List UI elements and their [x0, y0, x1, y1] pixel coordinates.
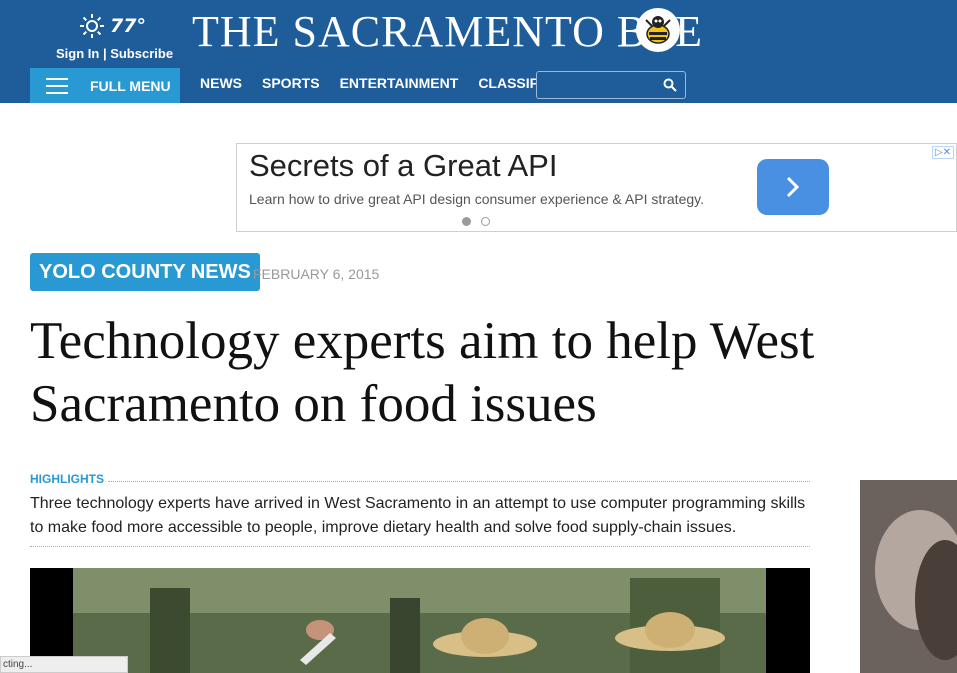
search-input[interactable] [541, 75, 655, 95]
sidebar-photo[interactable] [860, 480, 957, 673]
bee-logo-icon[interactable] [636, 8, 680, 52]
primary-nav: NEWS SPORTS ENTERTAINMENT CLASSIFIEDS [200, 75, 591, 91]
section-tag[interactable]: YOLO COUNTY NEWS [30, 253, 260, 291]
site-masthead[interactable]: THE SACRAMENTO BEE [192, 6, 703, 57]
carousel-dot[interactable] [462, 217, 471, 226]
nav-entertainment[interactable]: ENTERTAINMENT [340, 75, 459, 91]
carousel-dot[interactable] [481, 217, 490, 226]
full-menu-button[interactable]: FULL MENU [30, 68, 180, 103]
sidebar-photo-scene [860, 480, 957, 673]
browser-status-bar: cting... [0, 656, 128, 673]
nav-sports[interactable]: SPORTS [262, 75, 320, 91]
publish-date: FEBRUARY 6, 2015 [253, 266, 380, 282]
highlights-label: HIGHLIGHTS [30, 472, 104, 486]
ad-title[interactable]: Secrets of a Great API [249, 148, 557, 184]
full-menu-label: FULL MENU [90, 77, 171, 94]
search-box [536, 71, 686, 99]
advertisement[interactable]: Secrets of a Great API Learn how to driv… [236, 143, 957, 232]
nav-news[interactable]: NEWS [200, 75, 242, 91]
article-photo[interactable] [30, 568, 810, 673]
photo-scene [30, 568, 810, 673]
temperature-label: 77° [110, 15, 146, 37]
divider [108, 481, 810, 482]
ad-arrow-button[interactable] [757, 159, 829, 215]
chevron-right-icon [786, 176, 800, 198]
ad-carousel-dots [462, 217, 500, 226]
ad-description[interactable]: Learn how to drive great API design cons… [249, 191, 704, 207]
article-headline: Technology experts aim to help West Sacr… [30, 312, 815, 433]
weather-widget[interactable]: 77° [78, 12, 146, 40]
search-icon[interactable] [663, 78, 677, 92]
signin-subscribe-link[interactable]: Sign In | Subscribe [56, 46, 173, 61]
site-header: 77° Sign In | Subscribe THE SACRAMENTO B… [0, 0, 957, 103]
hamburger-icon [46, 77, 68, 94]
sun-icon [80, 14, 104, 38]
divider [30, 546, 810, 547]
highlights-text: Three technology experts have arrived in… [30, 495, 806, 536]
adchoices-icon[interactable]: ▷✕ [931, 146, 954, 159]
